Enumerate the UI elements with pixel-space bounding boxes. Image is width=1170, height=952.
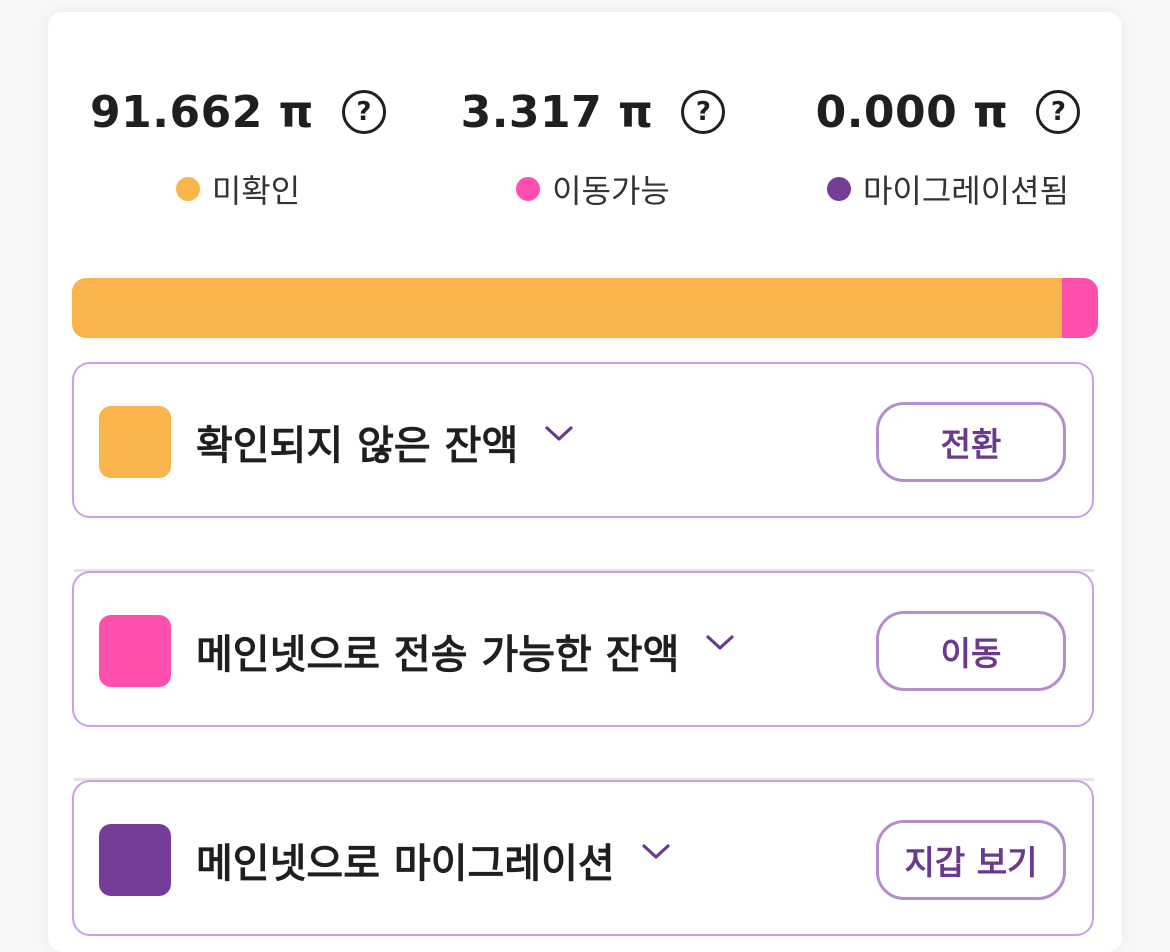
- stat-unconfirmed: 91.662 π ? 미확인: [88, 76, 388, 212]
- row-label-migration: 메인넷으로 마이그레이션: [196, 841, 615, 887]
- help-icon[interactable]: ?: [1036, 90, 1081, 134]
- help-icon[interactable]: ?: [681, 90, 726, 134]
- legend-label-migrated: 마이그레이션됨: [862, 172, 1070, 210]
- legend-label-transferable: 이동가능: [552, 172, 670, 210]
- chevron-down-icon[interactable]: [641, 843, 671, 865]
- stat-transferable: 3.317 π ? 이동가능: [448, 76, 738, 212]
- legend-unconfirmed: 미확인: [88, 166, 388, 212]
- row-transferable-balance[interactable]: 메인넷으로 전송 가능한 잔액 이동: [72, 571, 1094, 727]
- balance-card: 91.662 π ? 미확인 3.317 π ? 이동가능 0.000 π ?: [48, 12, 1122, 952]
- legend-dot-unconfirmed: [175, 177, 200, 201]
- legend-label-unconfirmed: 미확인: [211, 172, 301, 210]
- balance-summary: 91.662 π ? 미확인 3.317 π ? 이동가능 0.000 π ?: [48, 12, 1122, 232]
- row-migration[interactable]: 메인넷으로 마이그레이션 지갑 보기: [72, 780, 1094, 936]
- legend-transferable: 이동가능: [448, 166, 738, 212]
- legend-migrated: 마이그레이션됨: [788, 166, 1108, 212]
- help-icon[interactable]: ?: [341, 90, 386, 134]
- move-button[interactable]: 이동: [876, 611, 1066, 691]
- row-unconfirmed-label-wrap: 확인되지 않은 잔액: [196, 364, 574, 520]
- stat-transferable-amount-row: 3.317 π ?: [448, 76, 738, 148]
- row-label-transferable: 메인넷으로 전송 가능한 잔액: [196, 632, 680, 678]
- swatch-unconfirmed: [99, 406, 171, 478]
- legend-dot-migrated: [826, 177, 851, 201]
- row-label-unconfirmed: 확인되지 않은 잔액: [196, 423, 519, 469]
- migrated-amount: 0.000 π: [815, 86, 1009, 138]
- stat-unconfirmed-amount-row: 91.662 π ?: [88, 76, 388, 148]
- view-wallet-button[interactable]: 지갑 보기: [876, 820, 1066, 900]
- balance-progress-bar: [72, 278, 1098, 338]
- row-transferable-label-wrap: 메인넷으로 전송 가능한 잔액: [196, 573, 735, 729]
- chevron-down-icon[interactable]: [705, 634, 735, 656]
- progress-segment-transferable: [1062, 278, 1098, 338]
- unconfirmed-amount: 91.662 π: [90, 86, 314, 138]
- row-migration-label-wrap: 메인넷으로 마이그레이션: [196, 782, 671, 938]
- progress-segment-unconfirmed: [72, 278, 1063, 338]
- swatch-migrated: [99, 824, 171, 896]
- swatch-transferable: [99, 615, 171, 687]
- stat-migrated: 0.000 π ? 마이그레이션됨: [788, 76, 1108, 212]
- transferable-amount: 3.317 π: [460, 86, 654, 138]
- convert-button[interactable]: 전환: [876, 402, 1066, 482]
- chevron-down-icon[interactable]: [544, 425, 574, 447]
- stat-migrated-amount-row: 0.000 π ?: [788, 76, 1108, 148]
- legend-dot-transferable: [516, 177, 541, 201]
- row-unconfirmed-balance[interactable]: 확인되지 않은 잔액 전환: [72, 362, 1094, 518]
